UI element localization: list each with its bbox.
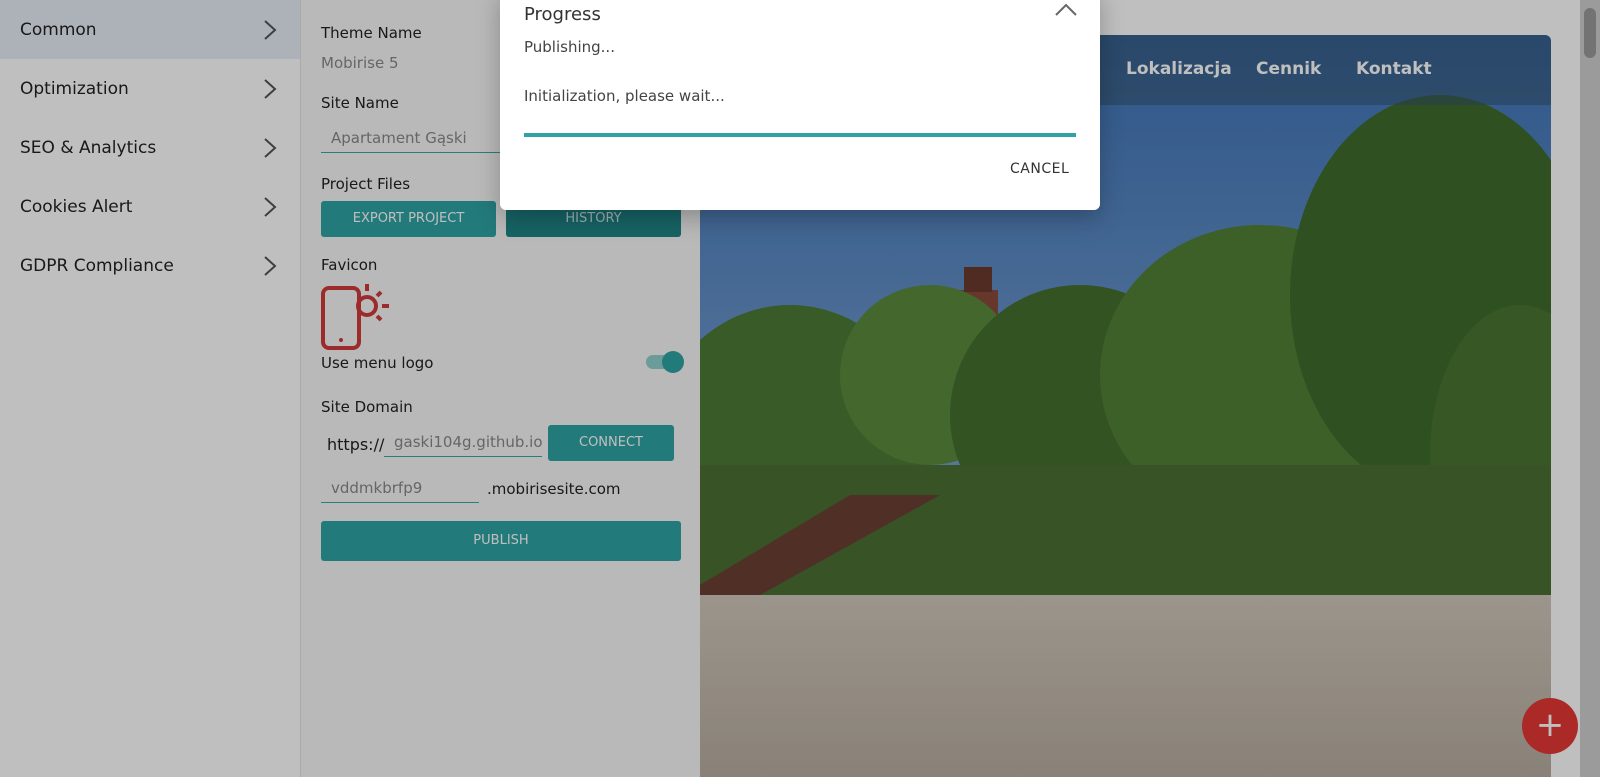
cancel-button[interactable]: CANCEL	[1010, 161, 1069, 177]
dialog-title: Progress	[524, 4, 601, 25]
progress-bar	[524, 133, 1076, 137]
progress-fill	[524, 133, 1076, 137]
dialog-detail: Initialization, please wait...	[524, 87, 725, 105]
progress-dialog: Progress Publishing... Initialization, p…	[500, 0, 1100, 210]
close-icon[interactable]	[1053, 0, 1079, 24]
dialog-status: Publishing...	[524, 38, 615, 56]
